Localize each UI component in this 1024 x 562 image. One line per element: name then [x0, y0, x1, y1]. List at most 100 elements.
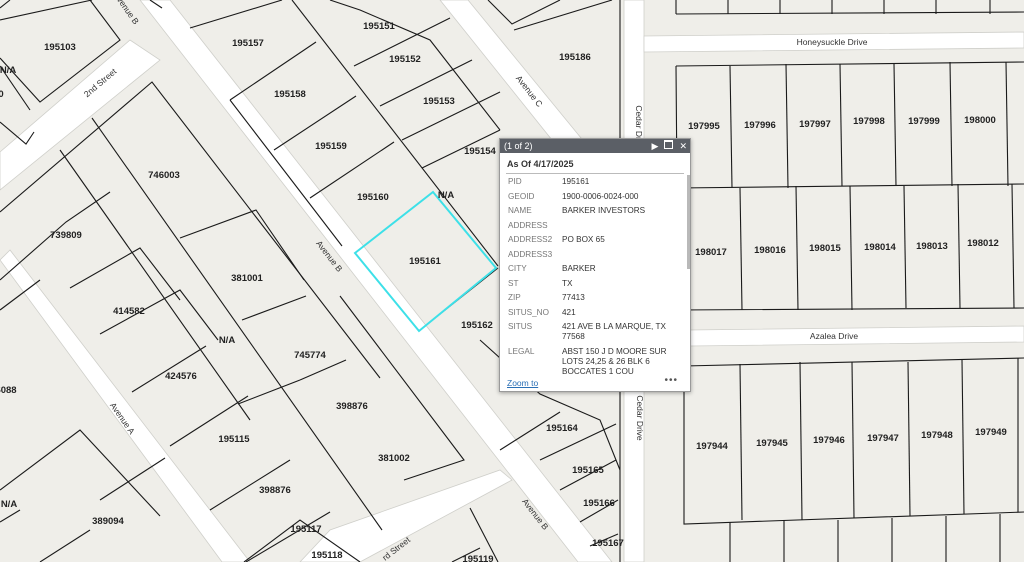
- attribute-value: 195161: [562, 177, 590, 186]
- attribute-row: SITUS_NO 421: [500, 306, 687, 321]
- parcel-label: 195160: [357, 192, 389, 203]
- parcel-label: 197949: [975, 427, 1007, 438]
- parcel-label: 381002: [378, 453, 410, 464]
- parcel-label: 197945: [756, 438, 788, 449]
- parcel-label: 198016: [754, 245, 786, 256]
- na-label: N/A: [219, 335, 236, 346]
- parcel-label: 197947: [867, 433, 899, 444]
- attribute-key: ZIP: [508, 293, 521, 302]
- attribute-value: 1900-0006-0024-000: [562, 191, 639, 201]
- attribute-row: ADDRESS: [500, 219, 687, 234]
- parcel-label: 195151: [363, 21, 395, 32]
- parcel-label: 195117: [290, 524, 321, 535]
- parcel-label: 389094: [92, 516, 124, 527]
- parcel-label: 197944: [696, 441, 728, 452]
- street-label: Cedar Drive: [635, 395, 645, 441]
- attribute-row: LEGAL ABST 150 J D MOORE SUR LOTS 24,25 &…: [500, 345, 687, 380]
- parcel-label: 195162: [461, 320, 493, 331]
- na-label: N/A: [1, 499, 18, 510]
- parcel-label: 195157: [232, 38, 264, 49]
- attribute-key: ADDRESS3: [508, 249, 553, 259]
- attribute-value: [562, 250, 674, 260]
- attribute-value: BARKER INVESTORS: [562, 206, 646, 215]
- parcel-label: 745774: [294, 350, 326, 361]
- parcel-label: 195154: [464, 146, 496, 157]
- street-label: Azalea Drive: [810, 331, 858, 341]
- parcel-label: 198013: [916, 241, 948, 252]
- popup-counter: (1 of 2): [504, 141, 533, 151]
- attribute-value: ABST 150 J D MOORE SUR LOTS 24,25 & 26 B…: [562, 346, 667, 376]
- parcel-label: 195118: [311, 550, 342, 561]
- parcel-label: 195161: [409, 256, 441, 267]
- attribute-key: ADDRESS: [508, 220, 548, 230]
- attribute-row: GEOID 1900-0006-0024-000: [500, 190, 687, 205]
- identify-popup[interactable]: (1 of 2) ▶ ✕ As Of 4/17/2025 PID 195161 GE…: [499, 138, 691, 392]
- attribute-row: ZIP 77413: [500, 291, 687, 306]
- parcel-label: 197998: [853, 116, 885, 127]
- parcel-label: 195115: [218, 434, 250, 445]
- parcel-label: 6088: [0, 385, 17, 396]
- attribute-key: ADDRESS2: [508, 235, 553, 244]
- attribute-value: 421: [562, 307, 576, 317]
- parcel-label: 746003: [148, 170, 180, 181]
- parcel-label: 195159: [315, 141, 347, 152]
- parcel-label: 195152: [389, 54, 421, 65]
- street-label: Honeysuckle Drive: [797, 37, 868, 47]
- attribute-value: PO BOX 65: [562, 235, 605, 244]
- parcel-label: 197996: [744, 120, 776, 131]
- attribute-value: BARKER: [562, 264, 596, 273]
- attribute-row: PID 195161: [500, 175, 687, 190]
- parcel-label: 424576: [165, 371, 197, 382]
- attribute-key: ST: [508, 278, 519, 288]
- parcel-label: 414582: [113, 306, 145, 317]
- attribute-row: SITUS 421 AVE B LA MARQUE, TX 77568: [500, 320, 687, 345]
- attribute-row: ST TX: [500, 277, 687, 292]
- attribute-row: NAME BARKER INVESTORS: [500, 204, 687, 219]
- attribute-row: ADDRESS2 PO BOX 65: [500, 233, 687, 248]
- parcel-label: 195153: [423, 96, 455, 107]
- parcel-label: 197997: [799, 119, 831, 130]
- parcel-label: 195165: [572, 465, 604, 476]
- attribute-value: TX: [562, 278, 573, 288]
- popup-footer: Zoom to •••: [500, 375, 690, 391]
- parcel-label: 198017: [695, 247, 727, 258]
- parcel-label: 198015: [809, 243, 841, 254]
- parcel-label: 195103: [44, 42, 76, 53]
- parcel-label: 381001: [231, 273, 263, 284]
- attribute-row: ADDRESS3: [500, 248, 687, 263]
- attribute-key: CITY: [508, 264, 527, 273]
- parcel-label: 197946: [813, 435, 845, 446]
- parcel-label: 398876: [336, 401, 368, 412]
- attribute-key: GEOID: [508, 191, 535, 201]
- parcel-label: 198012: [967, 238, 999, 249]
- next-feature-icon[interactable]: ▶: [652, 139, 659, 153]
- zoom-to-link[interactable]: Zoom to: [507, 378, 538, 388]
- parcel-label: 398876: [259, 485, 291, 496]
- popup-scrollbar[interactable]: [687, 175, 690, 269]
- attribute-value: 77413: [562, 293, 585, 302]
- parcel-label: 739809: [50, 230, 82, 241]
- parcel-label: 195164: [546, 423, 578, 434]
- attribute-key: SITUS_NO: [508, 307, 549, 317]
- attribute-value: 421 AVE B LA MARQUE, TX 77568: [562, 322, 666, 341]
- parcel-label: 197999: [908, 116, 940, 127]
- attribute-key: SITUS: [508, 322, 533, 331]
- parcel-label: 195166: [583, 498, 615, 509]
- popup-title: As Of 4/17/2025: [506, 153, 684, 174]
- parcel-label: 195186: [559, 52, 591, 63]
- parcel-label: 198014: [864, 242, 896, 253]
- attribute-key: LEGAL: [508, 346, 535, 356]
- na-label: N/A: [438, 190, 455, 201]
- close-icon[interactable]: ✕: [679, 139, 687, 153]
- more-options-icon[interactable]: •••: [664, 375, 678, 386]
- attribute-row: CITY BARKER: [500, 262, 687, 277]
- maximize-icon[interactable]: [664, 139, 674, 153]
- na-label: 0: [0, 89, 4, 100]
- popup-attributes[interactable]: PID 195161 GEOID 1900-0006-0024-000 NAME BARK…: [500, 175, 687, 387]
- na-label: N/A: [0, 65, 16, 76]
- attribute-value: [562, 221, 674, 231]
- parcel-label: 197995: [688, 121, 720, 132]
- popup-header: (1 of 2) ▶ ✕: [500, 139, 690, 153]
- attribute-key: PID: [508, 177, 522, 186]
- parcel-label: 195167: [592, 538, 624, 549]
